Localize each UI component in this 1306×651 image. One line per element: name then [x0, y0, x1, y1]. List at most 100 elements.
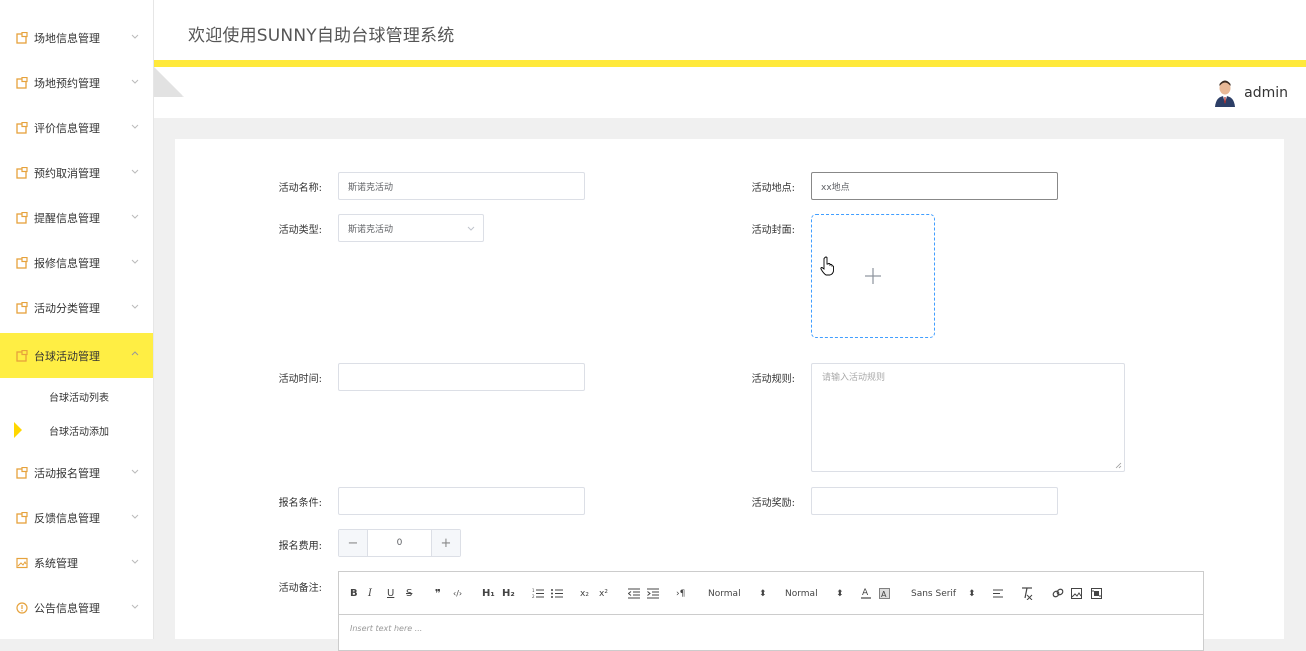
link-icon[interactable]: [1052, 588, 1064, 599]
subscript-button[interactable]: x₂: [580, 587, 589, 601]
submenu-label: 台球活动列表: [49, 392, 109, 404]
input-value: 斯诺克活动: [348, 182, 394, 193]
menu-activity-category[interactable]: 活动分类管理: [0, 285, 153, 330]
font-select[interactable]: Sans Serif: [911, 587, 956, 601]
increment-button[interactable]: +: [432, 530, 460, 556]
user-menu[interactable]: admin: [1214, 79, 1288, 107]
activity-name-input[interactable]: 斯诺克活动: [338, 172, 585, 200]
menu-site-info[interactable]: 场地信息管理: [0, 15, 153, 60]
activity-time-label: 活动时间:: [278, 374, 322, 385]
sub-header: admin: [154, 67, 1306, 118]
menu-registration[interactable]: 活动报名管理: [0, 450, 153, 495]
activity-time-input[interactable]: [338, 363, 585, 391]
chevron-down-icon: [467, 226, 475, 231]
menu-announcement[interactable]: 公告信息管理: [0, 585, 153, 630]
collapse-toggle-icon[interactable]: [154, 67, 184, 97]
svg-text:2: 2: [532, 594, 535, 599]
menu-label: 台球活动管理: [34, 349, 100, 363]
header1-button[interactable]: H₁: [482, 587, 495, 601]
size-select-arrows-icon[interactable]: ⬍: [759, 587, 767, 601]
textarea-placeholder: 请输入活动规则: [822, 373, 886, 383]
video-icon[interactable]: [1091, 588, 1102, 599]
menu-billiards-activity[interactable]: 台球活动管理: [0, 333, 153, 378]
menu-label: 提醒信息管理: [34, 211, 100, 225]
menu-feedback[interactable]: 反馈信息管理: [0, 495, 153, 540]
strike-button[interactable]: S: [406, 587, 412, 601]
activity-location-input[interactable]: xx地点: [811, 172, 1058, 200]
image-icon[interactable]: [1071, 588, 1082, 599]
registration-condition-label: 报名条件:: [278, 498, 322, 509]
chevron-down-icon: [131, 259, 139, 264]
folder-icon: [16, 76, 28, 89]
sidebar: 场地信息管理 场地预约管理 评价信息管理 预约取消管理 提醒信息管理 报修信息管…: [0, 0, 154, 639]
activity-rules-textarea[interactable]: 请输入活动规则: [811, 363, 1125, 472]
ordered-list-icon[interactable]: 12: [532, 588, 544, 599]
activity-notes-label: 活动备注:: [278, 583, 322, 594]
underline-button[interactable]: U: [387, 587, 394, 601]
menu-label: 预约取消管理: [34, 166, 100, 180]
menu-system[interactable]: 系统管理: [0, 540, 153, 585]
svg-text:A: A: [881, 590, 887, 599]
menu-reminder-info[interactable]: 提醒信息管理: [0, 195, 153, 240]
outdent-icon[interactable]: [628, 588, 640, 599]
menu-site-reservation[interactable]: 场地预约管理: [0, 60, 153, 105]
folder-icon: [16, 511, 28, 524]
registration-fee-label: 报名费用:: [278, 541, 322, 552]
background-color-icon[interactable]: A: [879, 588, 890, 599]
svg-text:1: 1: [532, 588, 535, 593]
resize-handle-icon[interactable]: [1115, 462, 1122, 469]
decrement-button[interactable]: −: [339, 530, 367, 556]
avatar: [1214, 79, 1237, 107]
header-select[interactable]: Normal: [785, 587, 818, 601]
size-select[interactable]: Normal: [708, 587, 741, 601]
picture-icon: [16, 557, 28, 569]
rich-text-editor[interactable]: B I U S ❞ ‹/› H₁ H₂ 12 x₂ x² ›¶ Normal ⬍…: [338, 571, 1204, 651]
clear-format-icon[interactable]: [1021, 587, 1033, 600]
activity-rules-label: 活动规则:: [751, 374, 795, 385]
menu-review-info[interactable]: 评价信息管理: [0, 105, 153, 150]
align-icon[interactable]: [993, 588, 1005, 599]
bold-button[interactable]: B: [350, 587, 358, 601]
chevron-down-icon: [131, 469, 139, 474]
italic-button[interactable]: I: [368, 587, 372, 601]
header-accent-line: [154, 60, 1306, 67]
superscript-button[interactable]: x²: [599, 587, 608, 601]
chevron-down-icon: [131, 124, 139, 129]
font-color-icon[interactable]: A: [861, 587, 871, 599]
header: 欢迎使用SUNNY自助台球管理系统: [154, 0, 1306, 60]
text-direction-button[interactable]: ›¶: [676, 587, 685, 601]
activity-type-select[interactable]: 斯诺克活动: [338, 214, 484, 242]
menu-reservation-cancel[interactable]: 预约取消管理: [0, 150, 153, 195]
menu-label: 活动报名管理: [34, 466, 100, 480]
input-value: xx地点: [821, 182, 850, 193]
activity-reward-input[interactable]: [811, 487, 1058, 515]
registration-fee-stepper[interactable]: − 0 +: [338, 529, 461, 557]
header-select-arrows-icon[interactable]: ⬍: [836, 587, 844, 601]
folder-icon: [16, 466, 28, 479]
folder-icon: [16, 211, 28, 224]
registration-condition-input[interactable]: [338, 487, 585, 515]
folder-icon: [16, 31, 28, 44]
indent-icon[interactable]: [647, 588, 659, 599]
chevron-down-icon: [131, 34, 139, 39]
bullet-list-icon[interactable]: [551, 588, 563, 599]
blockquote-button[interactable]: ❞: [435, 587, 441, 601]
menu-repair-info[interactable]: 报修信息管理: [0, 240, 153, 285]
menu-label: 评价信息管理: [34, 121, 100, 135]
folder-icon: [16, 301, 28, 314]
cover-upload[interactable]: [811, 214, 935, 338]
font-select-arrows-icon[interactable]: ⬍: [968, 587, 976, 601]
chevron-down-icon: [131, 514, 139, 519]
editor-placeholder: Insert text here ...: [350, 624, 423, 633]
chevron-down-icon: [131, 169, 139, 174]
menu-label: 系统管理: [34, 556, 78, 570]
code-block-button[interactable]: ‹/›: [453, 587, 462, 601]
header2-button[interactable]: H₂: [502, 587, 515, 601]
submenu-activity-add[interactable]: 台球活动添加: [0, 413, 153, 447]
active-indicator-icon: [14, 422, 22, 438]
folder-icon: [16, 349, 28, 362]
stepper-value[interactable]: 0: [367, 530, 432, 556]
activity-cover-label: 活动封面:: [751, 225, 795, 236]
folder-icon: [16, 256, 28, 269]
submenu-activity-list[interactable]: 台球活动列表: [0, 379, 153, 413]
